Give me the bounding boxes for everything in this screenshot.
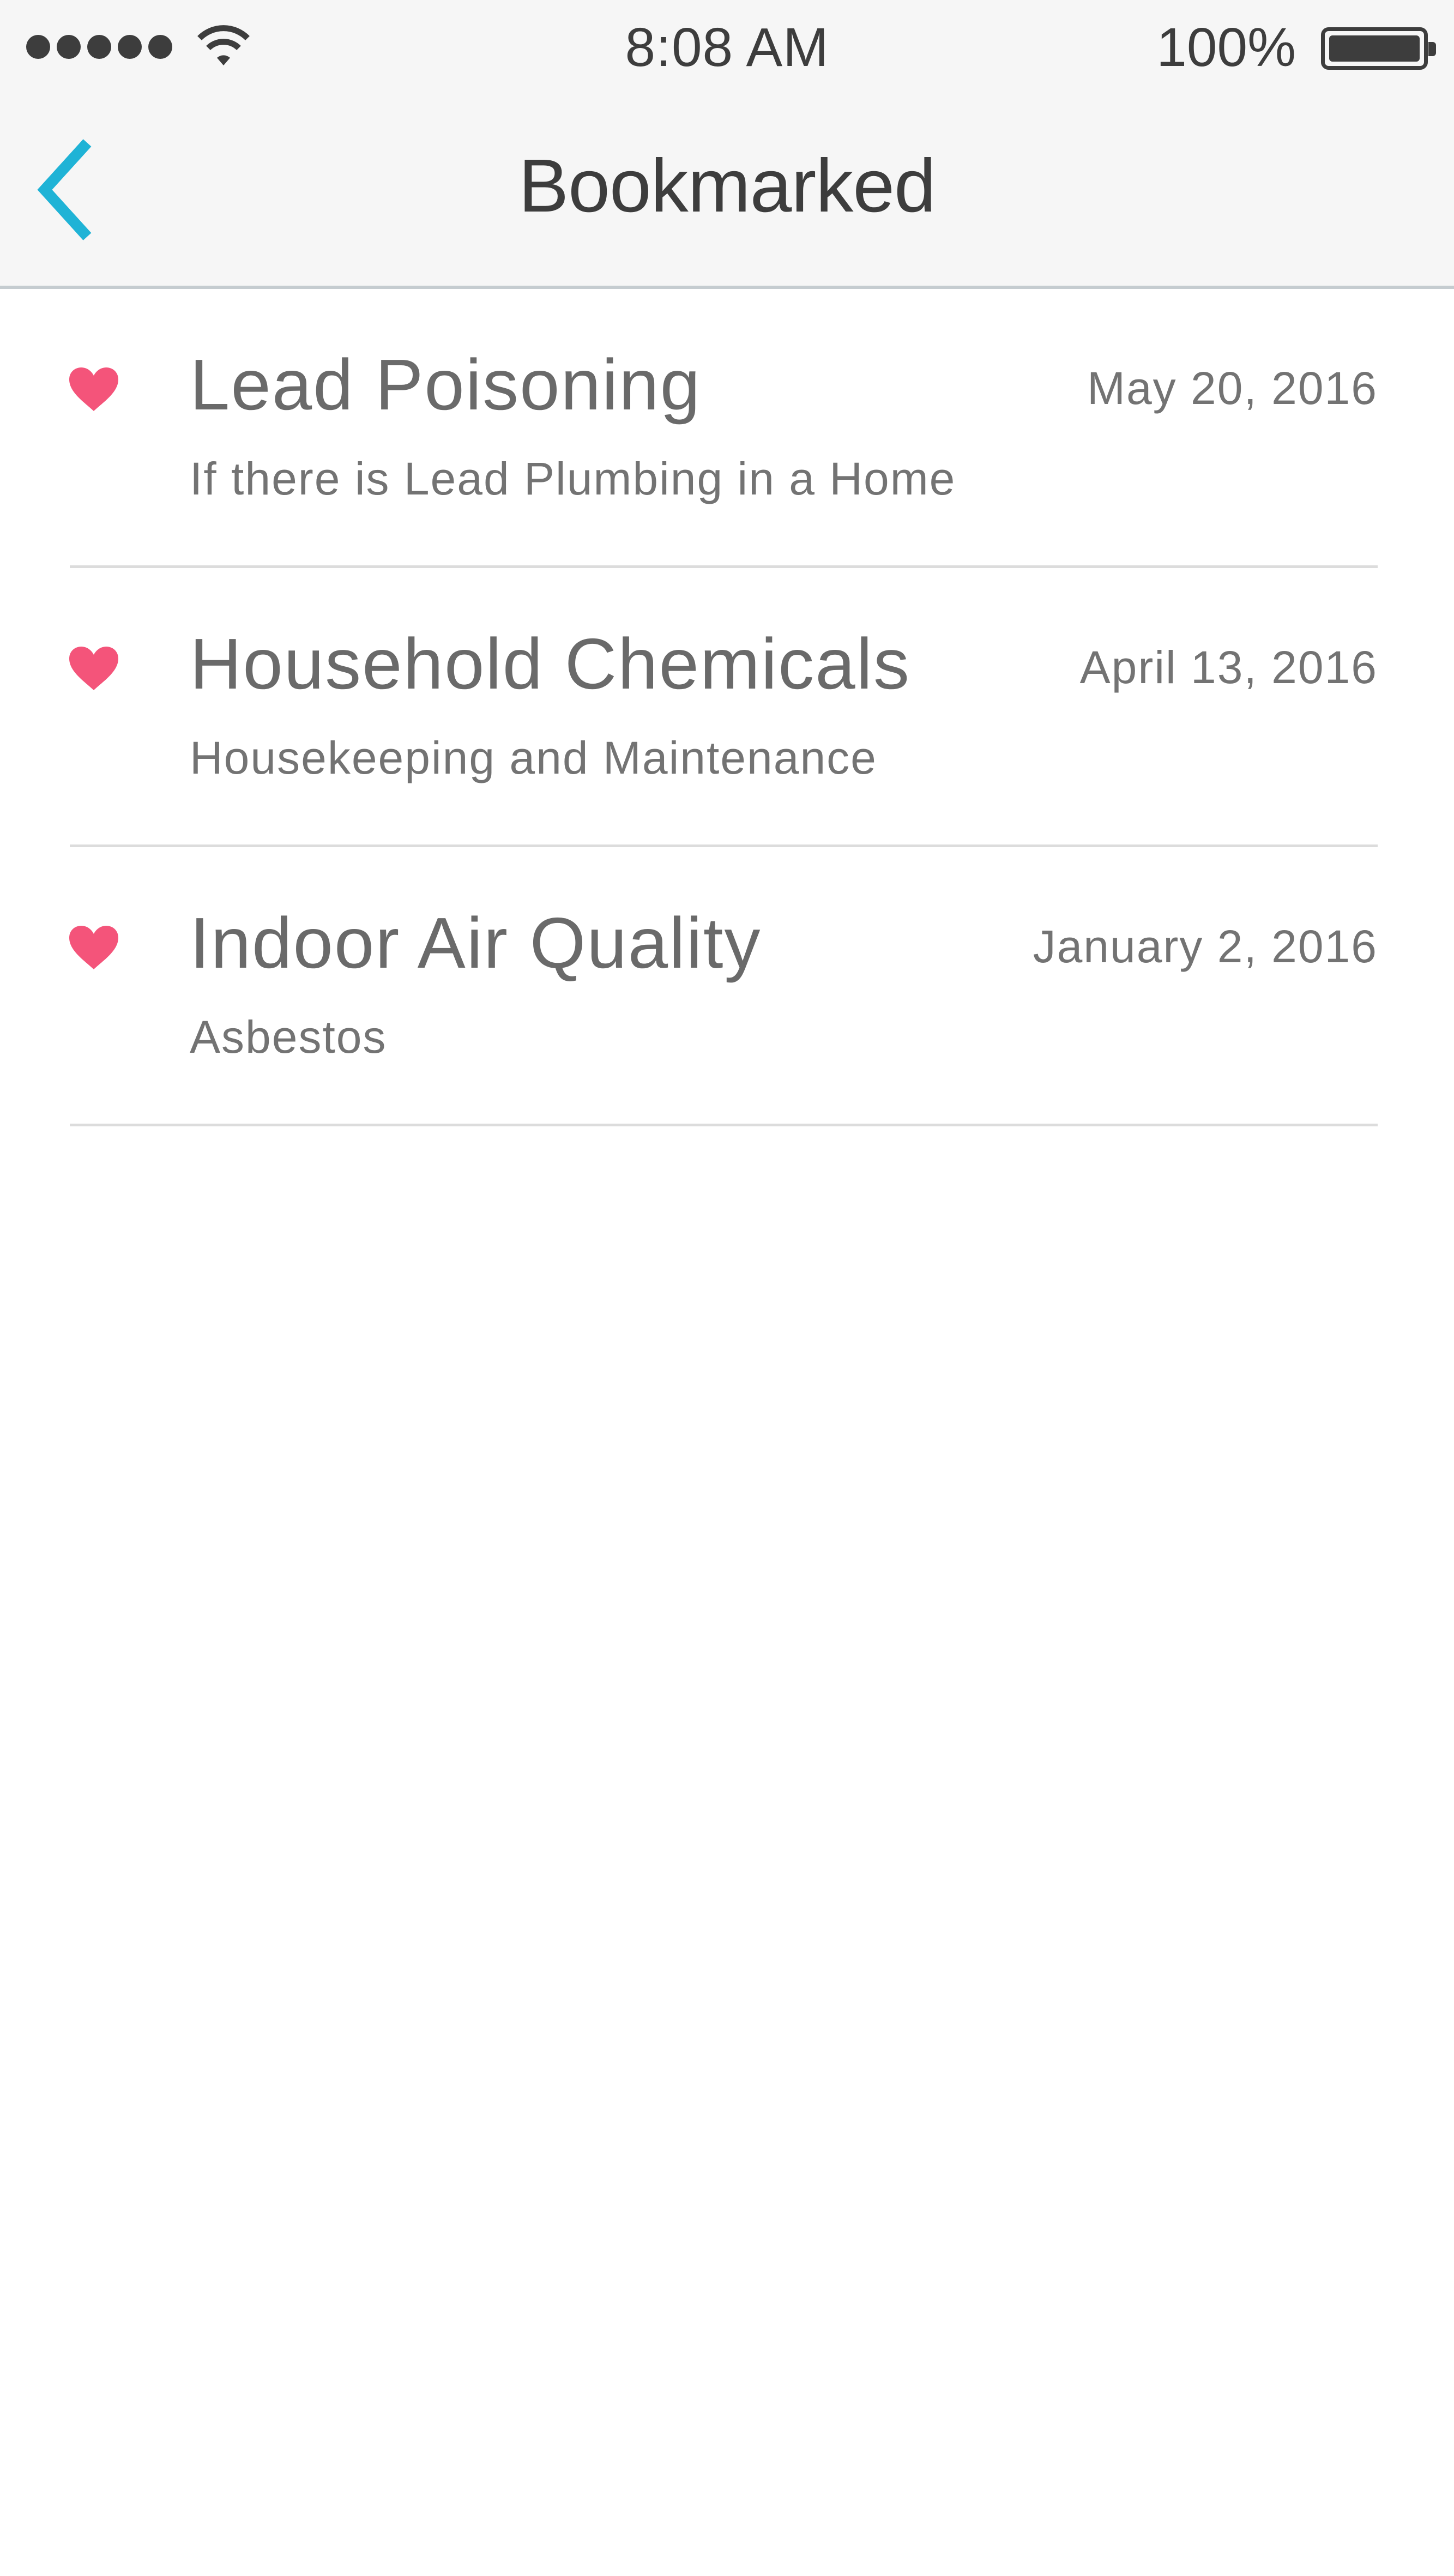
bookmark-date: May 20, 2016: [1087, 363, 1378, 414]
heart-icon[interactable]: [68, 366, 119, 412]
list-divider: [70, 1124, 1378, 1126]
heart-icon[interactable]: [68, 925, 119, 970]
bookmark-item-lead-poisoning[interactable]: Lead Poisoning If there is Lead Plumbing…: [0, 289, 1454, 568]
bookmark-date: April 13, 2016: [1079, 642, 1378, 693]
page-title: Bookmarked: [518, 144, 936, 228]
bookmark-date: January 2, 2016: [1033, 921, 1378, 972]
bookmark-subtitle: Asbestos: [190, 1011, 387, 1063]
battery-fill: [1329, 35, 1420, 62]
status-bar: 8:08 AM 100%: [0, 0, 1454, 94]
bookmark-item-indoor-air-quality[interactable]: Indoor Air Quality Asbestos January 2, 2…: [0, 847, 1454, 1126]
bookmark-list: Lead Poisoning If there is Lead Plumbing…: [0, 289, 1454, 1126]
bookmark-title: Household Chemicals: [190, 624, 910, 704]
battery-nub: [1428, 42, 1436, 56]
battery-percentage: 100%: [1156, 17, 1296, 78]
bookmark-item-household-chemicals[interactable]: Household Chemicals Housekeeping and Mai…: [0, 568, 1454, 847]
battery-icon: [1321, 27, 1436, 70]
bookmark-title: Lead Poisoning: [190, 345, 702, 425]
bookmarked-screen: 8:08 AM 100% Bookmarked Lead Poisoning I…: [0, 0, 1454, 2576]
navigation-bar: Bookmarked: [0, 94, 1454, 289]
bookmark-title: Indoor Air Quality: [190, 903, 762, 983]
bookmark-subtitle: Housekeeping and Maintenance: [190, 732, 877, 783]
bookmark-subtitle: If there is Lead Plumbing in a Home: [190, 453, 956, 504]
heart-icon[interactable]: [68, 645, 119, 691]
